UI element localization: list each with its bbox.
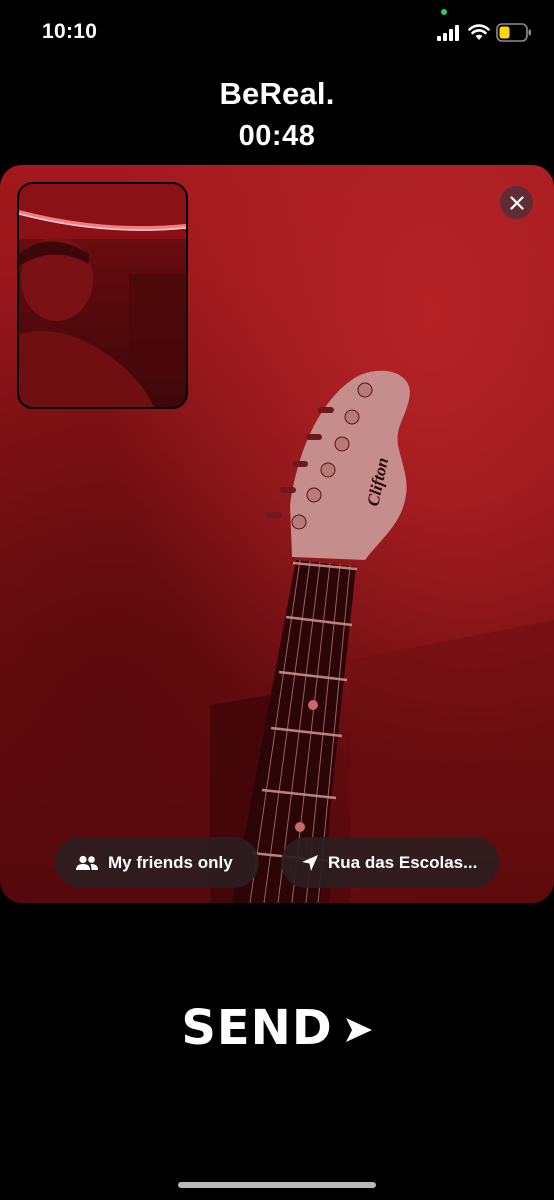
selfie-illustration (19, 184, 186, 407)
location-selector-button[interactable]: Rua das Escolas... (281, 837, 499, 888)
location-label: Rua das Escolas... (328, 852, 478, 872)
status-time: 10:10 (42, 20, 98, 43)
send-label: SEND (181, 1000, 333, 1056)
selfie-inset[interactable] (17, 182, 188, 409)
send-button[interactable]: SEND (0, 1000, 554, 1056)
wifi-icon (468, 24, 490, 40)
location-arrow-icon (301, 854, 319, 872)
app-title: BeReal. (219, 76, 335, 111)
countdown-timer: 00:48 (238, 120, 316, 152)
close-button[interactable] (500, 186, 533, 219)
home-indicator[interactable] (178, 1182, 376, 1188)
close-icon (509, 195, 524, 210)
send-arrow-icon (345, 1018, 372, 1042)
battery-icon (496, 23, 531, 42)
audience-label: My friends only (108, 852, 233, 872)
status-bar: 10:10 (0, 0, 554, 66)
cellular-signal-icon (437, 25, 459, 41)
audience-selector-button[interactable]: My friends only (55, 837, 259, 888)
camera-active-dot (441, 9, 447, 15)
people-icon (75, 855, 99, 871)
